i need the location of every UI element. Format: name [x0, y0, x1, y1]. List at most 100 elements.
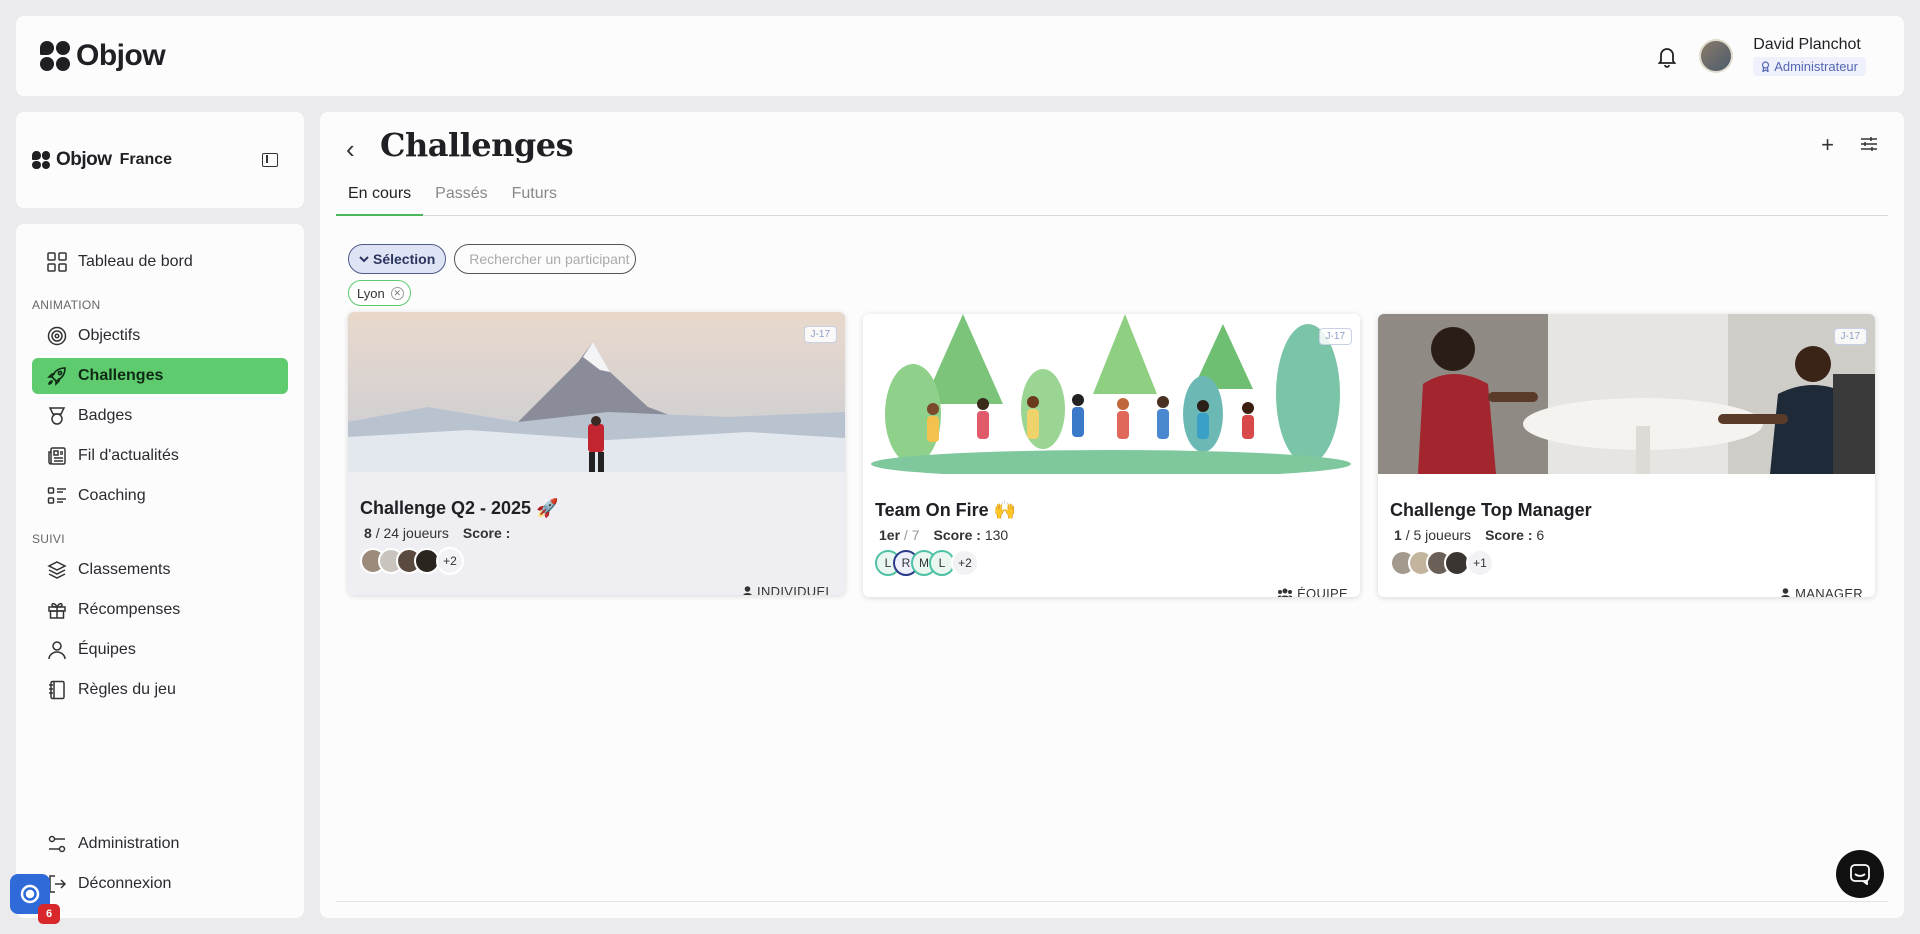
tab-futurs[interactable]: Futurs — [500, 182, 569, 216]
sidebar-item-dashboard[interactable]: Tableau de bord — [32, 244, 288, 280]
team-avatars[interactable]: L R M L +2 — [875, 549, 1348, 577]
gift-icon — [46, 599, 68, 621]
sidebar-item-coaching[interactable]: Coaching — [32, 478, 288, 514]
ribbon-icon — [1762, 61, 1770, 72]
card-title: Challenge Top Manager — [1390, 500, 1592, 520]
score-label: Score : — [1485, 527, 1533, 543]
chevron-down-icon — [359, 256, 369, 263]
more-participants: +1 — [1466, 549, 1494, 577]
score-label: Score : — [462, 525, 511, 541]
challenge-card[interactable]: J-17 Challenge Top Manager 1 / 5 joueurs… — [1378, 314, 1875, 597]
badge-icon — [46, 405, 68, 427]
sidebar-item-label: Badges — [78, 407, 133, 424]
filter-settings-icon[interactable] — [1860, 136, 1878, 152]
add-challenge-button[interactable]: + — [1821, 132, 1834, 158]
mountain-illustration — [348, 312, 845, 472]
card-meta: 1er / 7 Score : 130 — [875, 527, 1348, 543]
sidebar-item-objectifs[interactable]: Objectifs — [32, 318, 288, 354]
challenge-card[interactable]: J-17 Team On Fire 🙌 1er / 7 Score : 130 … — [863, 314, 1360, 597]
challenge-type-label: INDIVIDUEL — [757, 584, 833, 595]
meeting-illustration — [1378, 314, 1875, 474]
challenge-type: ÉQUIPE — [1277, 586, 1348, 597]
card-title: Challenge Q2 - 2025 🚀 — [360, 498, 559, 518]
sidebar-item-challenges[interactable]: Challenges — [32, 358, 288, 394]
main-content: ‹ Challenges + En cours Passés Futurs Sé… — [320, 112, 1904, 918]
selection-button[interactable]: Sélection — [348, 244, 447, 274]
objow-logo-icon — [40, 41, 70, 71]
filters-bar: Sélection Rechercher un participant — [348, 244, 637, 274]
challenge-image-mountain: J-17 — [348, 312, 845, 472]
role-badge: Administrateur — [1753, 57, 1866, 76]
sidebar-item-label: Challenges — [78, 367, 164, 384]
days-left-tag: J-17 — [1833, 328, 1867, 345]
page-title: Challenges — [380, 126, 574, 164]
challenge-image-runners: J-17 — [863, 314, 1360, 474]
challenge-type-label: MANAGER — [1795, 586, 1863, 597]
user-name: David Planchot — [1753, 36, 1861, 53]
user-info[interactable]: David Planchot Administrateur — [1753, 36, 1866, 76]
sidebar-item-administration[interactable]: Administration — [32, 826, 288, 862]
score-value: 130 — [984, 527, 1009, 543]
sidebar-item-logout[interactable]: Déconnexion — [32, 866, 288, 902]
days-left-tag: J-17 — [803, 326, 837, 343]
remove-chip-icon[interactable]: ✕ — [390, 286, 404, 300]
challenge-card[interactable]: J-17 Challenge Q2 - 2025 🚀 8 / 24 joueur… — [348, 312, 845, 595]
footer-divider — [336, 901, 1888, 902]
rank-value: 1er — [879, 527, 901, 543]
challenge-type-label: ÉQUIPE — [1297, 586, 1348, 597]
challenge-type: MANAGER — [1780, 586, 1863, 597]
sidebar-item-equipes[interactable]: Équipes — [32, 632, 288, 668]
layers-icon — [46, 559, 68, 581]
newspaper-icon — [46, 445, 68, 467]
sidebar-item-badges[interactable]: Badges — [32, 398, 288, 434]
sidebar-nav: Tableau de bord ANIMATION Objectifs Chal… — [16, 224, 304, 918]
notebook-icon — [46, 679, 68, 701]
sidebar-item-regles[interactable]: Règles du jeu — [32, 672, 288, 708]
collapse-sidebar-icon[interactable] — [262, 153, 278, 167]
days-left-tag: J-17 — [1318, 328, 1352, 345]
sidebar-item-classements[interactable]: Classements — [32, 552, 288, 588]
user-avatar[interactable] — [1699, 39, 1734, 73]
help-notification-badge: 6 — [38, 904, 60, 924]
sidebar-item-label: Tableau de bord — [78, 253, 193, 270]
sidebar-item-label: Classements — [78, 561, 171, 578]
search-input[interactable]: Rechercher un participant — [454, 244, 637, 274]
section-animation: ANIMATION — [32, 298, 101, 312]
notification-bell-icon[interactable] — [1655, 44, 1679, 68]
list-icon — [46, 485, 68, 507]
tab-passes[interactable]: Passés — [423, 182, 499, 216]
rank-value: 1 — [1394, 527, 1402, 543]
sidebar-bottom: Administration Déconnexion — [32, 826, 288, 906]
runners-illustration — [871, 314, 1351, 474]
sidebar-item-label: Déconnexion — [78, 875, 172, 892]
sidebar-item-label: Équipes — [78, 641, 136, 658]
app-name: Objow — [76, 39, 166, 72]
grid-icon — [46, 251, 68, 273]
user-icon — [46, 639, 68, 661]
tab-en-cours[interactable]: En cours — [336, 182, 424, 216]
sidebar-item-news-feed[interactable]: Fil d'actualités — [32, 438, 288, 474]
participant-avatars[interactable]: +1 — [1390, 549, 1863, 577]
participant-avatars[interactable]: +2 — [360, 547, 833, 575]
card-meta: 1 / 5 joueurs Score : 6 — [1390, 527, 1863, 543]
sidebar-logo[interactable]: Objow — [32, 149, 112, 171]
person-icon — [742, 585, 753, 595]
search-placeholder: Rechercher un participant — [469, 251, 630, 267]
team-icon — [1277, 588, 1293, 597]
score-label: Score : — [933, 527, 981, 543]
sidebar-item-label: Récompenses — [78, 601, 181, 618]
app-logo[interactable]: Objow — [40, 39, 166, 73]
rank-value: 8 — [364, 525, 372, 541]
section-suivi: SUIVI — [32, 532, 65, 546]
selection-label: Sélection — [373, 251, 436, 267]
filter-chip-lyon[interactable]: Lyon ✕ — [348, 280, 411, 306]
back-chevron-icon[interactable]: ‹ — [346, 134, 355, 165]
challenge-type: INDIVIDUEL — [742, 584, 833, 595]
score-value: 6 — [1536, 527, 1545, 543]
rank-suffix: / 24 joueurs — [375, 525, 449, 541]
sidebar-item-recompenses[interactable]: Récompenses — [32, 592, 288, 628]
settings-sliders-icon — [46, 833, 68, 855]
top-bar: Objow David Planchot Administrateur — [16, 16, 1904, 96]
chip-label: Lyon — [357, 285, 385, 301]
chat-button[interactable] — [1836, 850, 1884, 898]
